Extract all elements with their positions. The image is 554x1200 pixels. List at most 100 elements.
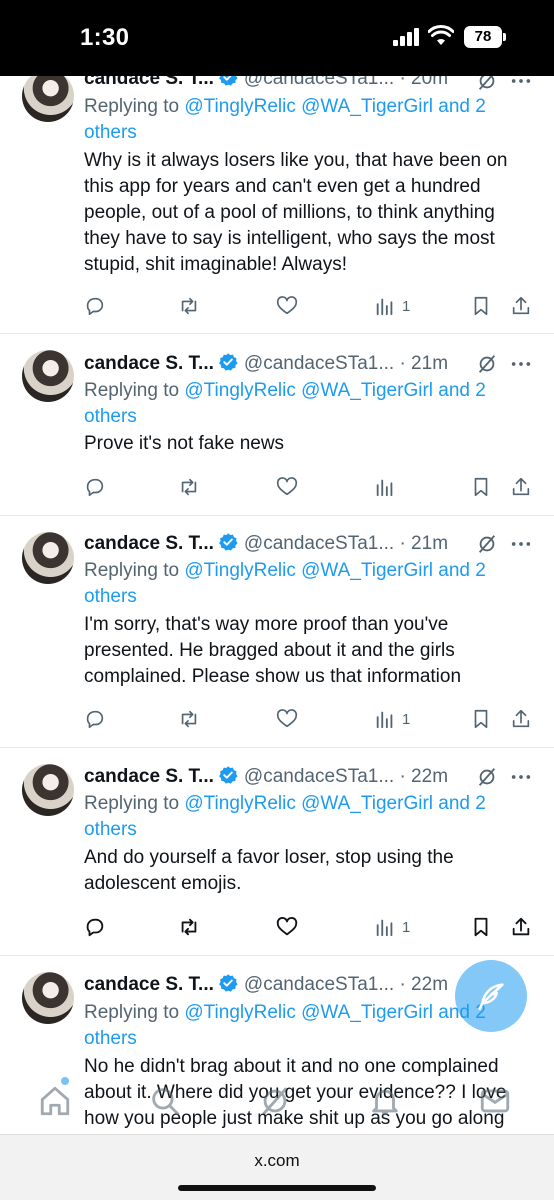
- retweet-icon: [181, 478, 197, 496]
- more-options-icon[interactable]: [510, 353, 532, 375]
- bookmark-button[interactable]: [470, 294, 492, 318]
- handle: @candaceSTa1...: [243, 533, 395, 554]
- reply-icon: [86, 710, 104, 729]
- tweet-header: candace S. T... @candaceSTa1... · 22m: [84, 764, 534, 790]
- tweet-text: And do yourself a favor loser, stop usin…: [84, 847, 454, 894]
- bottom-nav: [0, 1072, 554, 1134]
- share-button[interactable]: [510, 475, 532, 499]
- display-name[interactable]: candace S. T...: [84, 974, 214, 995]
- home-icon[interactable]: [38, 1084, 72, 1118]
- bookmark-button[interactable]: [470, 475, 492, 499]
- display-name[interactable]: candace S. T...: [84, 766, 214, 787]
- heart-icon: [276, 296, 298, 315]
- compose-button[interactable]: [455, 960, 527, 1032]
- compose-feather-icon: [478, 983, 504, 1011]
- avatar[interactable]: [22, 532, 74, 584]
- bookmark-icon: [474, 709, 488, 729]
- tweet-text: Prove it's not fake news: [84, 433, 285, 454]
- tweet-text: I'm sorry, that's way more proof than yo…: [84, 614, 462, 687]
- avatar[interactable]: [22, 764, 74, 816]
- heart-icon: [276, 477, 298, 496]
- more-options-icon[interactable]: [510, 76, 532, 92]
- browser-url-bar[interactable]: x.com: [0, 1134, 554, 1200]
- grok-icon[interactable]: [476, 353, 498, 375]
- verified-badge-icon: [218, 353, 238, 371]
- verified-badge-icon: [218, 766, 238, 784]
- bookmark-icon: [474, 477, 488, 497]
- like-button[interactable]: [276, 294, 298, 318]
- share-button[interactable]: [510, 915, 532, 939]
- like-button[interactable]: [276, 475, 298, 499]
- retweet-icon: [181, 710, 197, 728]
- display-name[interactable]: candace S. T...: [84, 533, 214, 554]
- retweet-button[interactable]: [178, 475, 200, 499]
- timestamp[interactable]: · 22m: [399, 974, 448, 995]
- tweet-actions: 1: [84, 915, 534, 939]
- tweet-actions: [84, 475, 534, 499]
- bookmark-icon: [474, 917, 488, 937]
- tweet[interactable]: candace S. T... @candaceSTa1... · 20m Rep…: [0, 76, 554, 334]
- share-button[interactable]: [510, 294, 532, 318]
- grok-icon[interactable]: [476, 76, 498, 92]
- share-icon: [512, 477, 530, 496]
- reply-button[interactable]: [84, 475, 106, 499]
- reply-button[interactable]: [84, 915, 106, 939]
- grok-icon[interactable]: [476, 766, 498, 788]
- views-count: 1: [402, 918, 411, 936]
- views-icon: [376, 711, 393, 729]
- new-content-dot: [61, 1077, 69, 1085]
- more-options-icon[interactable]: [510, 766, 532, 788]
- url-text[interactable]: x.com: [0, 1151, 554, 1171]
- avatar[interactable]: [22, 76, 74, 122]
- tweet-actions: 1: [84, 707, 534, 731]
- like-button[interactable]: [276, 915, 298, 939]
- handle: @candaceSTa1...: [243, 974, 395, 995]
- search-icon[interactable]: [148, 1084, 182, 1118]
- views-button[interactable]: [374, 475, 402, 499]
- reply-button[interactable]: [84, 294, 106, 318]
- messages-envelope-icon[interactable]: [478, 1084, 512, 1118]
- replying-to: Replying to @TinglyRelic @WA_TigerGirl a…: [84, 560, 486, 607]
- more-options-icon[interactable]: [510, 533, 532, 555]
- timestamp[interactable]: · 21m: [399, 533, 448, 554]
- timestamp[interactable]: · 21m: [399, 353, 448, 374]
- home-indicator[interactable]: [178, 1185, 376, 1191]
- retweet-icon: [181, 297, 197, 315]
- avatar[interactable]: [22, 350, 74, 402]
- battery-icon: 78: [464, 26, 502, 48]
- views-count: 1: [402, 297, 411, 315]
- grok-nav-icon[interactable]: [258, 1084, 292, 1118]
- views-button[interactable]: 1: [374, 707, 410, 731]
- views-icon: [376, 479, 393, 497]
- tweet[interactable]: candace S. T... @candaceSTa1... · 21m Rep…: [0, 334, 554, 516]
- like-button[interactable]: [276, 707, 298, 731]
- avatar[interactable]: [22, 972, 74, 1024]
- share-icon: [512, 709, 530, 728]
- views-button[interactable]: 1: [374, 294, 410, 318]
- tweet-header: candace S. T... @candaceSTa1... · 21m: [84, 531, 534, 557]
- retweet-button[interactable]: [178, 294, 200, 318]
- heart-icon: [276, 709, 298, 728]
- tweet[interactable]: candace S. T... @candaceSTa1... · 21m Rep…: [0, 516, 554, 748]
- notifications-bell-icon[interactable]: [368, 1084, 402, 1118]
- views-icon: [376, 298, 393, 316]
- battery-cap: [503, 33, 506, 41]
- display-name[interactable]: candace S. T...: [84, 76, 214, 89]
- bookmark-button[interactable]: [470, 915, 492, 939]
- retweet-button[interactable]: [178, 915, 200, 939]
- grok-icon[interactable]: [476, 533, 498, 555]
- bookmark-button[interactable]: [470, 707, 492, 731]
- reply-button[interactable]: [84, 707, 106, 731]
- timestamp[interactable]: · 20m: [399, 76, 448, 89]
- handle: @candaceSTa1...: [243, 76, 395, 89]
- tweet-header: candace S. T... @candaceSTa1... · 21m: [84, 351, 534, 377]
- tweet[interactable]: candace S. T... @candaceSTa1... · 22m Rep…: [0, 748, 554, 956]
- tweet-header: candace S. T... @candaceSTa1... · 20m: [84, 76, 534, 92]
- views-button[interactable]: 1: [374, 915, 410, 939]
- replying-to: Replying to @TinglyRelic @WA_TigerGirl a…: [84, 96, 486, 143]
- views-count: 1: [402, 710, 411, 728]
- share-button[interactable]: [510, 707, 532, 731]
- timestamp[interactable]: · 22m: [399, 766, 448, 787]
- display-name[interactable]: candace S. T...: [84, 353, 214, 374]
- retweet-button[interactable]: [178, 707, 200, 731]
